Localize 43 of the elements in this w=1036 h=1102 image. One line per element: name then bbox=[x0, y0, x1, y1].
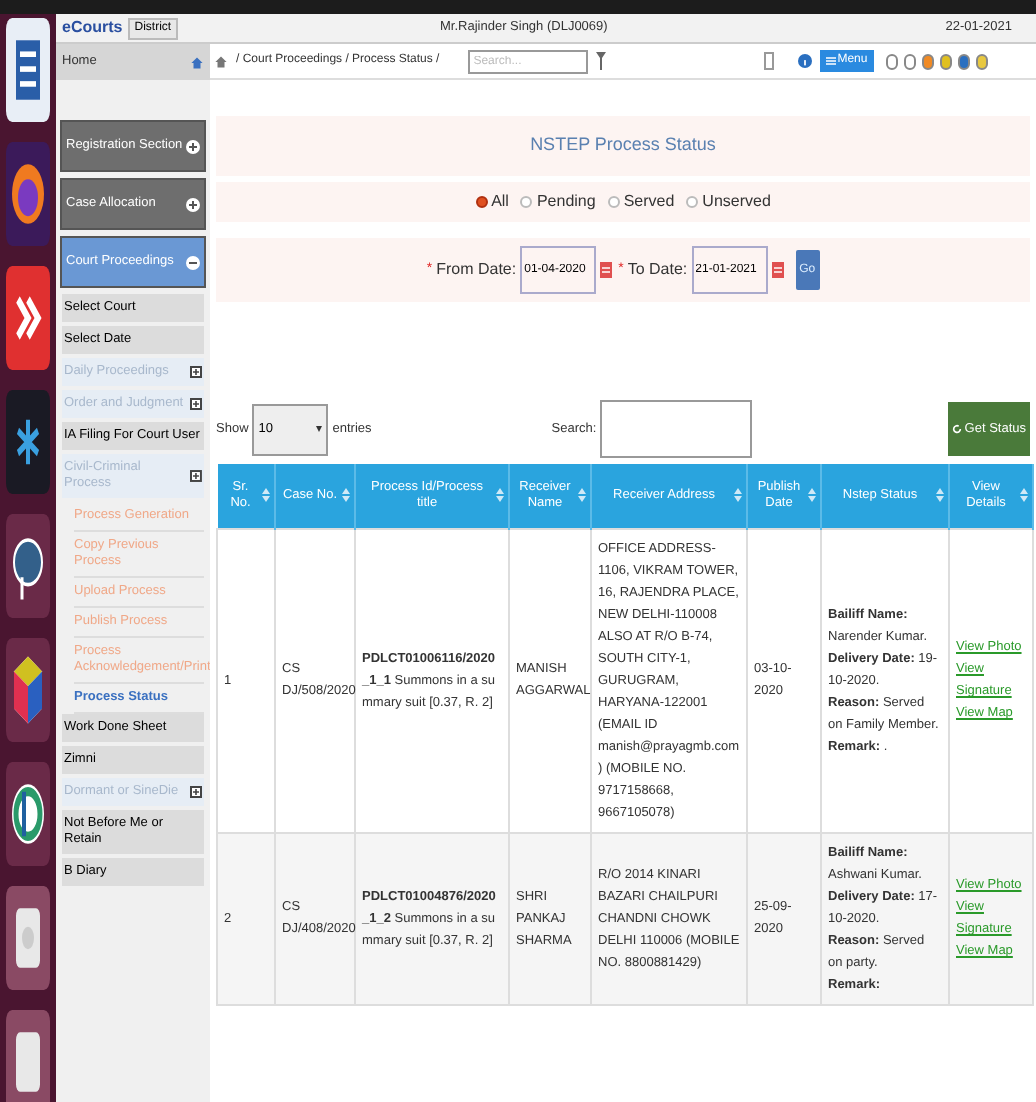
cube-icon[interactable] bbox=[6, 638, 50, 742]
table-search-field[interactable] bbox=[600, 400, 753, 458]
radio-icon[interactable] bbox=[520, 196, 533, 208]
file-icon[interactable] bbox=[763, 52, 774, 70]
calendar-icon[interactable] bbox=[771, 262, 784, 278]
drive-icon[interactable] bbox=[6, 886, 50, 990]
radio-icon[interactable] bbox=[686, 196, 699, 208]
radio-icon[interactable] bbox=[475, 196, 488, 208]
sort-icon[interactable] bbox=[262, 488, 270, 503]
sort-icon[interactable] bbox=[496, 488, 504, 503]
chevrons-icon[interactable] bbox=[6, 266, 50, 370]
expand-icon[interactable] bbox=[190, 398, 202, 410]
sort-icon[interactable] bbox=[808, 488, 816, 503]
expand-icon[interactable] bbox=[190, 470, 202, 482]
status-radio[interactable]: Unserved bbox=[686, 190, 771, 214]
sort-icon[interactable] bbox=[342, 488, 350, 503]
date-label: To Date: bbox=[627, 258, 688, 282]
logo-text: eCourts bbox=[62, 20, 123, 36]
info-icon[interactable] bbox=[797, 54, 812, 68]
page-title: NSTEP Process Status bbox=[530, 132, 716, 159]
sort-icon[interactable] bbox=[578, 488, 586, 503]
document-icon[interactable] bbox=[6, 18, 50, 122]
drive-icon[interactable] bbox=[6, 1010, 50, 1102]
sort-icon[interactable] bbox=[936, 488, 944, 503]
sort-icon[interactable] bbox=[734, 488, 742, 503]
radio-icon[interactable] bbox=[607, 196, 620, 208]
expand-icon[interactable] bbox=[186, 197, 200, 211]
status-radio[interactable]: All bbox=[475, 190, 509, 214]
expand-icon[interactable] bbox=[190, 366, 202, 378]
status-radio[interactable]: Pending bbox=[520, 190, 596, 214]
asterisk-icon[interactable] bbox=[6, 390, 50, 494]
dropdown-icon bbox=[316, 426, 323, 432]
refresh-icon bbox=[952, 424, 963, 434]
status-radio[interactable]: Served bbox=[607, 190, 675, 214]
date-label: From Date: bbox=[436, 258, 517, 282]
fox-globe-icon[interactable] bbox=[6, 142, 50, 246]
menu-icon bbox=[825, 56, 836, 66]
expand-icon[interactable] bbox=[186, 139, 200, 153]
collapse-icon[interactable] bbox=[186, 255, 200, 269]
expand-icon[interactable] bbox=[190, 786, 202, 798]
calendar-icon[interactable] bbox=[600, 262, 613, 278]
filter-icon[interactable] bbox=[595, 52, 606, 70]
sort-icon[interactable] bbox=[1020, 488, 1028, 503]
